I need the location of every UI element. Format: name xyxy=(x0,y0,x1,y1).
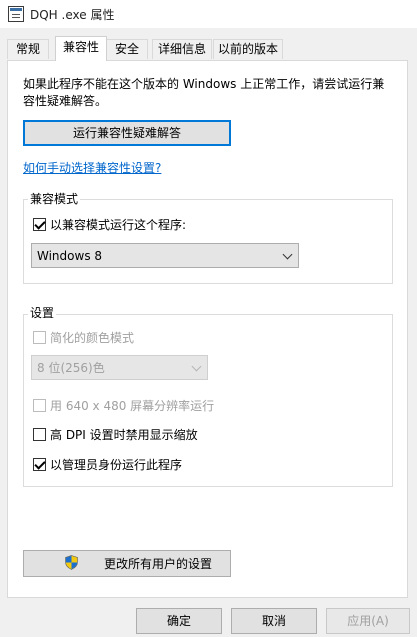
compat-mode-checkbox[interactable] xyxy=(33,218,46,231)
high-dpi-checkbox[interactable] xyxy=(33,428,46,441)
chevron-down-icon xyxy=(191,361,202,372)
uac-shield-icon xyxy=(65,555,78,570)
color-depth-select[interactable]: 8 位(256)色 xyxy=(31,355,208,380)
manual-settings-link[interactable]: 如何手动选择兼容性设置? xyxy=(23,159,161,176)
run-as-admin-label: 以管理员身份运行此程序 xyxy=(50,458,183,472)
high-dpi-label: 高 DPI 设置时禁用显示缩放 xyxy=(50,428,198,442)
tab-bar: 常规 兼容性 安全 详细信息 以前的版本 xyxy=(0,36,417,61)
os-version-select[interactable]: Windows 8 xyxy=(31,243,299,268)
run-troubleshooter-button[interactable]: 运行兼容性疑难解答 xyxy=(23,120,231,146)
title-bar: DQH .exe 属性 xyxy=(0,0,417,28)
compat-description: 如果此程序不能在这个版本的 Windows 上正常工作，请尝试运行兼容性疑难解答… xyxy=(23,77,385,108)
change-all-users-label: 更改所有用户的设置 xyxy=(104,557,213,571)
low-res-label: 用 640 x 480 屏幕分辨率运行 xyxy=(50,399,215,413)
tab-compatibility[interactable]: 兼容性 xyxy=(55,36,107,61)
app-window-icon xyxy=(8,6,24,22)
tab-general[interactable]: 常规 xyxy=(7,39,49,59)
cancel-button[interactable]: 取消 xyxy=(231,608,317,634)
ok-button[interactable]: 确定 xyxy=(136,608,222,634)
window-title: DQH .exe 属性 xyxy=(30,8,115,22)
tab-security[interactable]: 安全 xyxy=(106,39,148,59)
low-res-checkbox[interactable] xyxy=(33,399,46,412)
compat-mode-group xyxy=(23,199,393,284)
run-as-admin-checkbox[interactable] xyxy=(33,458,46,471)
tab-details[interactable]: 详细信息 xyxy=(152,39,212,59)
color-depth-value: 8 位(256)色 xyxy=(37,361,105,375)
tab-previous-versions[interactable]: 以前的版本 xyxy=(213,39,283,59)
change-all-users-button[interactable]: 更改所有用户的设置 xyxy=(23,550,231,577)
reduced-color-checkbox[interactable] xyxy=(33,331,46,344)
compat-mode-group-title: 兼容模式 xyxy=(28,190,81,207)
settings-group-title: 设置 xyxy=(28,304,57,321)
chevron-down-icon xyxy=(282,249,293,260)
apply-button[interactable]: 应用(A) xyxy=(326,608,410,634)
os-version-value: Windows 8 xyxy=(37,249,103,263)
reduced-color-label: 简化的颜色模式 xyxy=(50,331,135,345)
compat-mode-checkbox-label: 以兼容模式运行这个程序: xyxy=(50,218,187,232)
